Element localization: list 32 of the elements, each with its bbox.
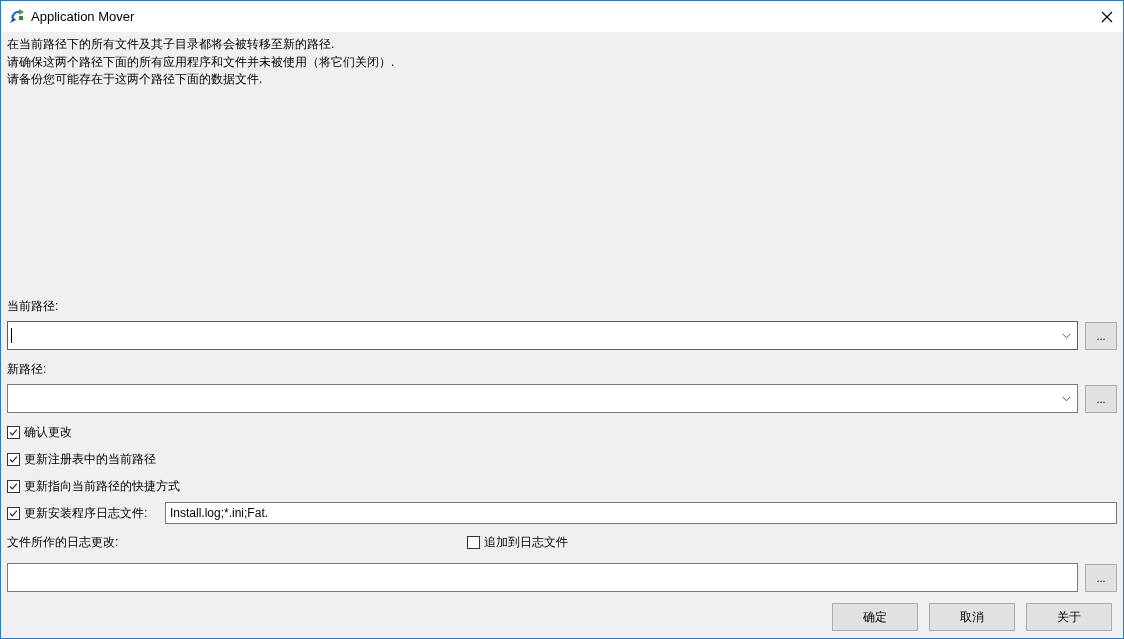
checkbox-label: 更新注册表中的当前路径 [24, 450, 156, 468]
dialog-button[interactable]: 取消 [929, 603, 1015, 631]
dialog-button[interactable]: 关于 [1026, 603, 1112, 631]
window-title: Application Mover [31, 9, 135, 24]
checkbox-label: 更新安装程序日志文件: [24, 504, 148, 522]
path-label: 当前路径: [7, 298, 60, 314]
browse-button[interactable]: ... [1085, 384, 1117, 413]
checkbox-label: 更新指向当前路径的快捷方式 [24, 477, 180, 495]
close-icon[interactable] [1101, 10, 1113, 23]
path-combobox[interactable] [7, 384, 1078, 413]
path-combobox[interactable] [7, 321, 1078, 350]
text-cursor [11, 328, 12, 343]
app-icon [8, 8, 25, 25]
checkbox[interactable] [467, 535, 480, 549]
log-changes-field[interactable] [7, 563, 1078, 592]
browse-button[interactable]: ... [1085, 321, 1117, 350]
browse-button[interactable]: ... [1085, 563, 1117, 592]
log-changes-label: 文件所作的日志更改: [7, 534, 119, 550]
checkbox[interactable] [7, 425, 20, 439]
checkbox[interactable] [7, 506, 20, 520]
instruction-text: 请备份您可能存在于这两个路径下面的数据文件. [7, 71, 264, 88]
checkbox-label: 确认更改 [24, 423, 72, 441]
dropdown-chevron-icon[interactable] [1062, 332, 1071, 339]
instruction-text: 请确保这两个路径下面的所有应用程序和文件并未被使用（将它们关闭）. [7, 53, 396, 71]
dropdown-chevron-icon[interactable] [1062, 395, 1071, 402]
checkbox[interactable] [7, 479, 20, 493]
checkbox[interactable] [7, 452, 20, 466]
dialog-button[interactable]: 确定 [832, 603, 918, 631]
log-files-field[interactable]: Install.log;*.ini;Fat. [165, 502, 1117, 524]
checkbox-label: 追加到日志文件 [484, 533, 568, 551]
path-label: 新路径: [7, 361, 48, 377]
instruction-text: 在当前路径下的所有文件及其子目录都将会被转移至新的路径. [7, 36, 336, 53]
